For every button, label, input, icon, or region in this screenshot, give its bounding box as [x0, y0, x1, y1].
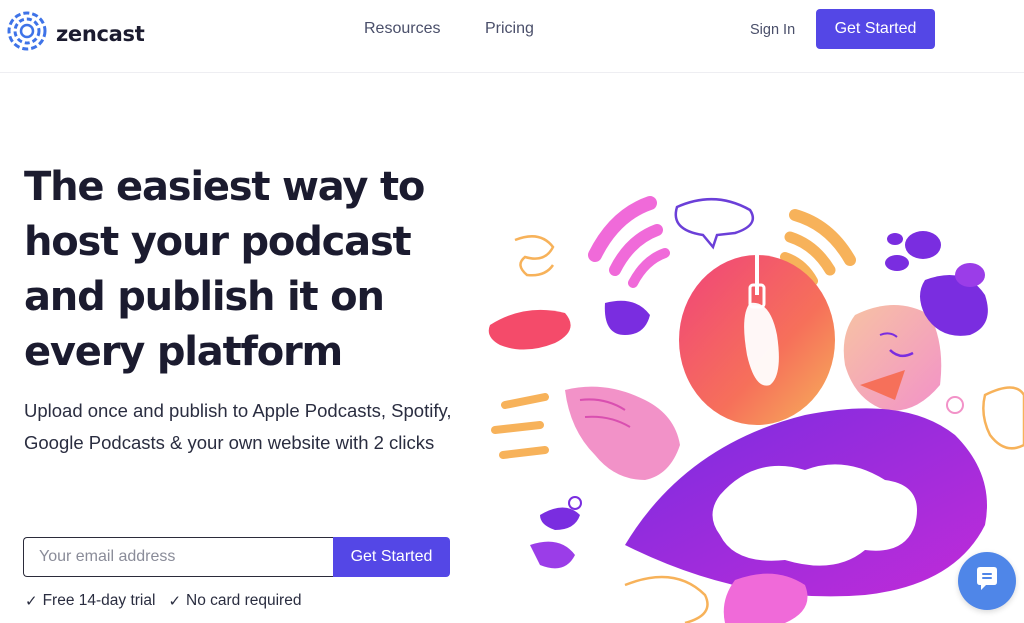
perk-label: Free 14-day trial — [42, 592, 156, 609]
site-header: zencast Resources Pricing Sign In Get St… — [0, 0, 1024, 73]
hero-illustration — [488, 196, 1024, 623]
nav-resources-link[interactable]: Resources — [364, 20, 440, 38]
sign-in-link[interactable]: Sign In — [750, 22, 795, 38]
hero-subtitle: Upload once and publish to Apple Podcast… — [24, 400, 452, 453]
check-icon: ✓ — [25, 593, 38, 610]
header-get-started-button[interactable]: Get Started — [816, 9, 935, 49]
chat-icon — [972, 564, 1002, 599]
email-input[interactable] — [23, 537, 333, 577]
perk-label: No card required — [186, 592, 302, 609]
brand-name: zencast — [56, 21, 145, 46]
perks-list: ✓ Free 14-day trial ✓ No card required — [25, 592, 301, 610]
signup-get-started-button[interactable]: Get Started — [333, 537, 450, 577]
hero-title: The easiest way to host your podcast and… — [24, 164, 425, 375]
signup-form: Get Started — [23, 537, 450, 577]
nav-pricing-link[interactable]: Pricing — [485, 20, 534, 38]
check-icon: ✓ — [168, 593, 182, 610]
brand-logo[interactable]: zencast — [6, 10, 145, 57]
chat-widget-button[interactable] — [958, 552, 1016, 610]
perk-item: ✓ No card required — [168, 592, 301, 610]
perk-item: ✓ Free 14-day trial — [25, 592, 155, 610]
zencast-logo-icon — [6, 10, 48, 57]
